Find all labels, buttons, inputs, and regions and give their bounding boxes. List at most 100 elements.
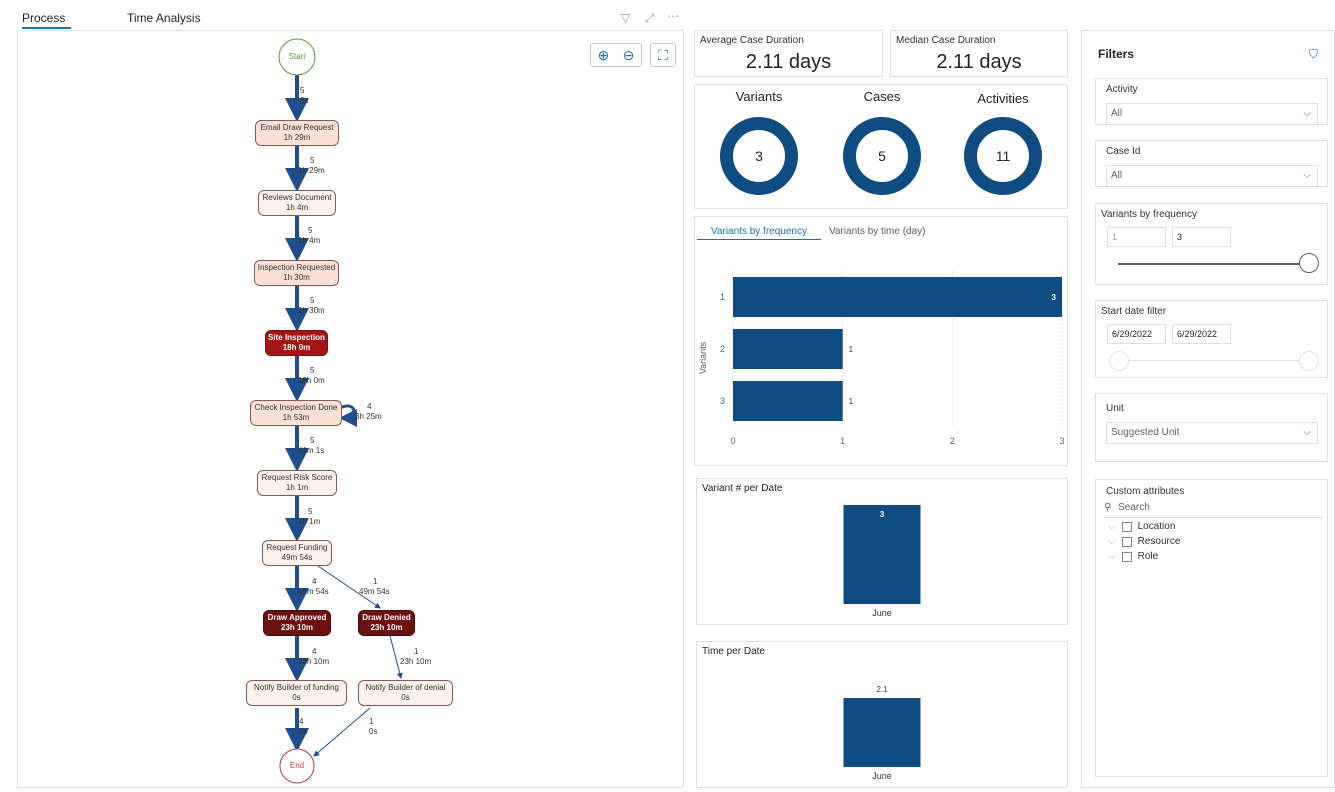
chart-title: Time per Date	[702, 646, 765, 657]
data-label: 3	[880, 510, 885, 519]
chart-title: Variant # per Date	[702, 483, 783, 494]
time-per-date-chart: 2.1 June	[843, 685, 921, 781]
x-tick-label: 2	[950, 436, 955, 446]
attribute-location[interactable]: ⌵ Location	[1108, 521, 1175, 532]
node-notify-builder-funding[interactable]: Notify Builder of funding 0s	[246, 680, 347, 706]
kpi-average-case-duration: Average Case Duration 2.11 days	[694, 30, 883, 77]
y-tick-label: 1	[720, 292, 725, 302]
edge-time: 18h 0m	[298, 376, 325, 385]
node-label: Notify Builder of funding	[254, 683, 339, 692]
clear-filters-icon[interactable]: ⛉	[1309, 47, 1318, 62]
variants-bar-chart: 0 1 2 3 1 3 2 1 3 1	[720, 271, 1065, 446]
node-site-inspection[interactable]: Site Inspection 18h 0m	[265, 330, 328, 356]
case-id-label: Case Id	[1106, 146, 1141, 157]
edge-count: 4	[312, 647, 317, 656]
activity-select[interactable]: All ⌵	[1106, 103, 1318, 125]
node-draw-approved[interactable]: Draw Approved 23h 10m	[263, 610, 331, 636]
bar	[733, 277, 1062, 317]
edge-count: 5	[310, 436, 315, 445]
edge-label: 5 1h 1m	[298, 507, 320, 527]
start-node[interactable]: Start	[279, 52, 315, 61]
edge-count: 1	[369, 717, 374, 726]
custom-attributes-search[interactable]: ⚲ Search	[1104, 502, 1322, 518]
edge-time: 23h 10m	[298, 657, 330, 666]
donut-panel: Variants 3 Cases 5 Activities 11	[694, 84, 1068, 209]
checkbox[interactable]	[1121, 521, 1132, 532]
filters-title: Filters	[1098, 47, 1135, 61]
node-check-inspection-done[interactable]: Check Inspection Done 1h 53m	[250, 400, 342, 426]
edge-count: 5	[310, 296, 315, 305]
custom-attributes-label: Custom attributes	[1106, 486, 1185, 497]
attribute-role[interactable]: ⌵ Role	[1108, 551, 1158, 562]
edge-count: 5	[308, 226, 313, 235]
variants-slider-track[interactable]	[1118, 263, 1310, 265]
variants-slider-handle[interactable]	[1299, 253, 1319, 273]
node-notify-builder-denial[interactable]: Notify Builder of denial 0s	[358, 680, 453, 706]
attribute-resource[interactable]: ⌵ Resource	[1108, 536, 1180, 547]
node-inspection-requested[interactable]: Inspection Requested 1h 30m	[254, 260, 339, 286]
donut-title-variants: Variants	[735, 89, 783, 104]
edge-label: 1 23h 10m	[400, 647, 431, 667]
date-slider-start-handle[interactable]	[1109, 351, 1129, 371]
chevron-down-icon[interactable]: ⌵	[1108, 536, 1116, 547]
edge-time: 1h 29m	[298, 166, 325, 175]
variants-min-input[interactable]: 1	[1107, 227, 1166, 247]
edge-time: 3h 25m	[355, 412, 382, 421]
edge-count: 4	[367, 402, 372, 411]
x-tick-label: June	[872, 771, 892, 781]
process-map-edges	[278, 38, 403, 784]
attribute-label: Role	[1137, 551, 1159, 562]
checkbox[interactable]	[1121, 536, 1132, 547]
checkbox[interactable]	[1121, 551, 1132, 562]
date-slider-end-handle[interactable]	[1299, 351, 1319, 371]
node-duration: 23h 10m	[280, 623, 314, 632]
node-request-risk-score[interactable]: Request Risk Score 1h 1m	[257, 470, 337, 496]
tab-variants-by-frequency[interactable]: Variants by frequency	[697, 226, 821, 240]
tab-variants-by-time[interactable]: Variants by time (day)	[829, 226, 926, 237]
variant-per-date-panel: Variant # per Date 3 June	[696, 478, 1068, 625]
donut-title-activities: Activities	[977, 91, 1029, 106]
custom-attributes-filter: Custom attributes ⚲ Search ⌵ Location ⌵ Re…	[1095, 479, 1328, 777]
node-reviews-document[interactable]: Reviews Document 1h 4m	[258, 190, 336, 216]
search-placeholder: Search	[1118, 502, 1150, 513]
chevron-down-icon[interactable]: ⌵	[1108, 551, 1116, 562]
select-value: All	[1111, 170, 1123, 181]
node-email-draw-request[interactable]: Email Draw Request 1h 29m	[255, 120, 339, 146]
edge-count: 4	[312, 577, 317, 586]
end-node[interactable]: End	[280, 761, 314, 770]
edge-time: 23h 10m	[400, 657, 432, 666]
chevron-down-icon: ⌵	[1303, 170, 1311, 181]
kpi-value: 2.11 days	[745, 51, 832, 73]
start-date-filter: Start date filter 6/29/2022 6/29/2022	[1095, 300, 1328, 378]
data-label: 3	[1052, 293, 1057, 302]
unit-label: Unit	[1106, 403, 1124, 414]
kpi-value: 2.11 days	[936, 51, 1022, 73]
case-id-select[interactable]: All ⌵	[1106, 165, 1318, 187]
variant-per-date-chart: 3 June	[843, 505, 921, 618]
x-tick-label: June	[872, 608, 892, 618]
edge-count: 5	[310, 156, 315, 165]
unit-select[interactable]: Suggested Unit ⌵	[1106, 422, 1318, 444]
chevron-down-icon[interactable]: ⌵	[1108, 521, 1116, 532]
start-date-from-input[interactable]: 6/29/2022	[1107, 324, 1166, 344]
node-duration: 18h 0m	[282, 343, 311, 352]
edge-count: 1	[373, 577, 378, 586]
start-date-to-input[interactable]: 6/29/2022	[1172, 324, 1231, 344]
donut-value: 3	[755, 148, 763, 164]
edge-label: 5 1h 29m	[298, 156, 325, 176]
node-label: Draw Approved	[267, 613, 327, 622]
edge-check-loop	[339, 404, 358, 427]
edge-count: 4	[299, 717, 304, 726]
edge-time: 0s	[300, 96, 309, 105]
variants-max-input[interactable]: 3	[1172, 227, 1231, 247]
date-slider-track[interactable]	[1118, 360, 1310, 361]
select-value: All	[1111, 108, 1123, 119]
edge-label: 5 41m 1s	[298, 436, 324, 456]
edge-time: 1h 4m	[298, 236, 321, 245]
chevron-down-icon: ⌵	[1303, 427, 1311, 438]
node-draw-denied[interactable]: Draw Denied 23h 10m	[358, 610, 415, 636]
node-request-funding[interactable]: Request Funding 49m 54s	[262, 540, 332, 566]
node-label: Check Inspection Done	[254, 403, 338, 412]
node-label: Email Draw Request	[260, 123, 334, 132]
unit-filter: Unit Suggested Unit ⌵	[1095, 393, 1328, 462]
